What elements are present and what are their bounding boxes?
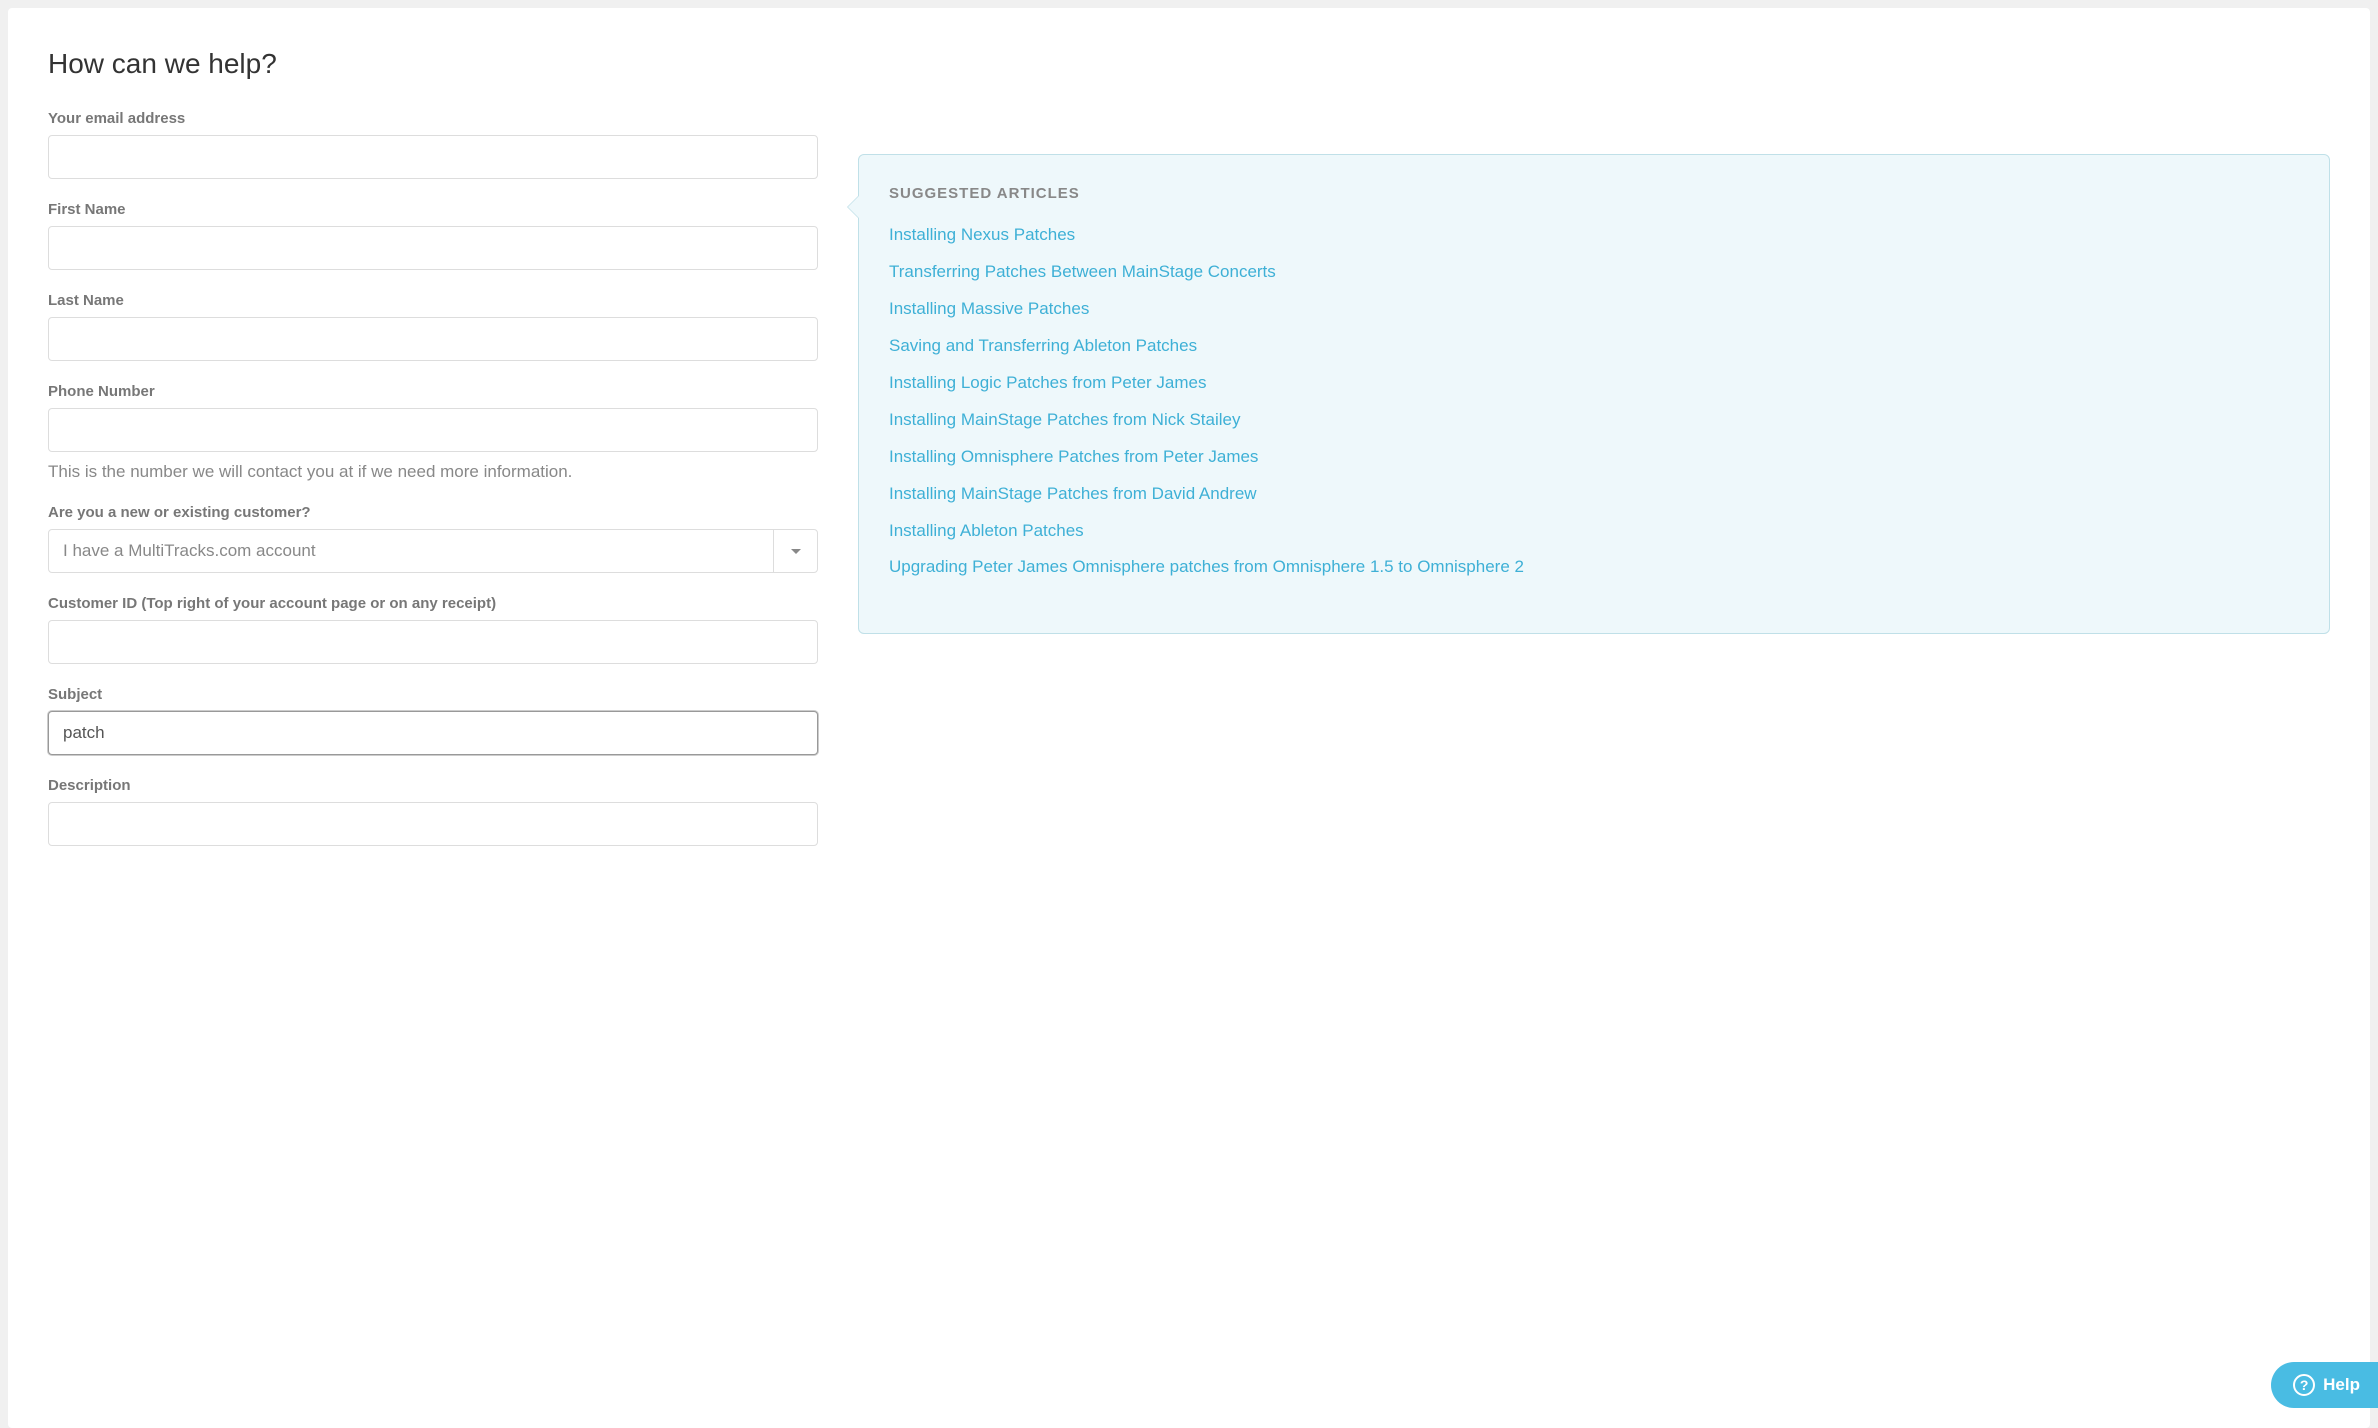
suggested-articles-title: Suggested Articles — [889, 185, 2299, 202]
form-group-first-name: First Name — [48, 201, 818, 270]
description-input[interactable] — [48, 802, 818, 846]
help-widget-button[interactable]: ? Help — [2271, 1362, 2378, 1408]
suggested-link[interactable]: Installing Logic Patches from Peter Jame… — [889, 373, 1206, 392]
customer-id-label: Customer ID (Top right of your account p… — [48, 595, 818, 612]
form-group-subject: Subject — [48, 686, 818, 755]
email-input[interactable] — [48, 135, 818, 179]
suggested-item: Saving and Transferring Ableton Patches — [889, 335, 2299, 358]
suggested-link[interactable]: Installing Ableton Patches — [889, 521, 1084, 540]
form-group-customer-id: Customer ID (Top right of your account p… — [48, 595, 818, 664]
page-title: How can we help? — [48, 48, 2330, 80]
suggested-articles-list: Installing Nexus Patches Transferring Pa… — [889, 224, 2299, 579]
form-group-description: Description — [48, 777, 818, 846]
suggested-articles-panel: Suggested Articles Installing Nexus Patc… — [858, 154, 2330, 634]
phone-hint: This is the number we will contact you a… — [48, 462, 818, 482]
suggested-link[interactable]: Upgrading Peter James Omnisphere patches… — [889, 557, 1524, 576]
last-name-input[interactable] — [48, 317, 818, 361]
help-widget-label: Help — [2323, 1375, 2360, 1395]
email-label: Your email address — [48, 110, 818, 127]
suggested-link[interactable]: Installing MainStage Patches from David … — [889, 484, 1257, 503]
suggested-item: Installing Omnisphere Patches from Peter… — [889, 446, 2299, 469]
customer-type-label: Are you a new or existing customer? — [48, 504, 818, 521]
help-icon: ? — [2293, 1374, 2315, 1396]
customer-type-select[interactable]: I have a MultiTracks.com account — [48, 529, 818, 573]
suggested-item: Installing Nexus Patches — [889, 224, 2299, 247]
suggested-item: Upgrading Peter James Omnisphere patches… — [889, 556, 2299, 579]
form-group-last-name: Last Name — [48, 292, 818, 361]
customer-type-value: I have a MultiTracks.com account — [49, 530, 773, 572]
subject-label: Subject — [48, 686, 818, 703]
form-group-customer-type: Are you a new or existing customer? I ha… — [48, 504, 818, 573]
suggested-item: Installing MainStage Patches from Nick S… — [889, 409, 2299, 432]
first-name-input[interactable] — [48, 226, 818, 270]
customer-id-input[interactable] — [48, 620, 818, 664]
page-container: How can we help? Your email address Firs… — [8, 8, 2370, 1428]
content-wrapper: Your email address First Name Last Name … — [48, 110, 2330, 868]
customer-type-toggle — [773, 530, 817, 572]
form-group-phone: Phone Number This is the number we will … — [48, 383, 818, 482]
caret-down-icon — [791, 549, 801, 554]
suggested-link[interactable]: Transferring Patches Between MainStage C… — [889, 262, 1276, 281]
subject-input[interactable] — [48, 711, 818, 755]
suggested-item: Installing MainStage Patches from David … — [889, 483, 2299, 506]
suggested-link[interactable]: Saving and Transferring Ableton Patches — [889, 336, 1197, 355]
last-name-label: Last Name — [48, 292, 818, 309]
suggested-item: Installing Massive Patches — [889, 298, 2299, 321]
suggested-link[interactable]: Installing MainStage Patches from Nick S… — [889, 410, 1241, 429]
suggested-link[interactable]: Installing Omnisphere Patches from Peter… — [889, 447, 1258, 466]
form-group-email: Your email address — [48, 110, 818, 179]
form-column: Your email address First Name Last Name … — [48, 110, 818, 868]
panel-arrow-icon — [847, 195, 859, 219]
suggested-link[interactable]: Installing Massive Patches — [889, 299, 1089, 318]
suggested-item: Installing Ableton Patches — [889, 520, 2299, 543]
suggested-link[interactable]: Installing Nexus Patches — [889, 225, 1075, 244]
sidebar-column: Suggested Articles Installing Nexus Patc… — [858, 110, 2330, 868]
phone-label: Phone Number — [48, 383, 818, 400]
suggested-item: Installing Logic Patches from Peter Jame… — [889, 372, 2299, 395]
suggested-item: Transferring Patches Between MainStage C… — [889, 261, 2299, 284]
description-label: Description — [48, 777, 818, 794]
first-name-label: First Name — [48, 201, 818, 218]
phone-input[interactable] — [48, 408, 818, 452]
